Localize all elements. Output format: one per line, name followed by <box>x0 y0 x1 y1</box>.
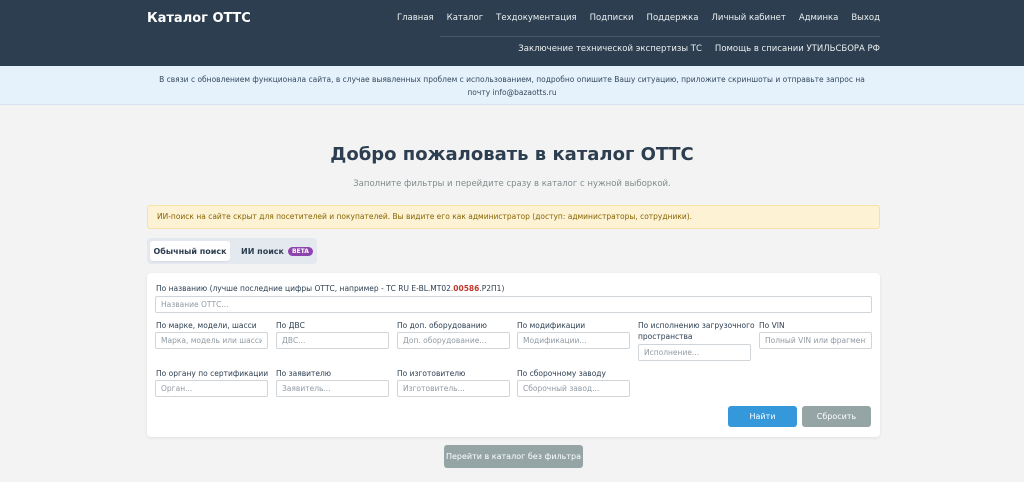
nav-home[interactable]: Главная <box>397 13 434 23</box>
primary-nav: Главная Каталог Техдокументация Подписки… <box>397 13 880 23</box>
nav-utilsbor-help[interactable]: Помощь в списании УТИЛЬСБОРА РФ <box>715 44 880 54</box>
modification-input[interactable] <box>517 332 630 349</box>
filter-form: По названию (лучше последние цифры ОТТС,… <box>147 273 880 437</box>
page-title: Добро пожаловать в каталог ОТТС <box>330 144 694 165</box>
secondary-nav: Заключение технической экспертизы ТС Пом… <box>518 44 880 54</box>
page-subtitle: Заполните фильтры и перейдите сразу в ка… <box>353 179 671 189</box>
equipment-filter-label: По доп. оборудованию <box>397 321 487 330</box>
nav-tech-docs[interactable]: Техдокументация <box>496 13 576 23</box>
modification-filter-label: По модификации <box>517 321 586 330</box>
nav-catalog[interactable]: Каталог <box>447 13 484 23</box>
nav-divider <box>440 36 880 37</box>
tab-ai-search[interactable]: ИИ поиск BETA <box>241 241 313 261</box>
nav-admin[interactable]: Админка <box>799 13 839 23</box>
nav-logout[interactable]: Выход <box>851 13 880 23</box>
notice-text: В связи с обновлением функционала сайта,… <box>159 75 865 97</box>
vin-input[interactable] <box>759 332 872 349</box>
nav-account[interactable]: Личный кабинет <box>712 13 786 23</box>
tab-normal-label: Обычный поиск <box>153 246 227 256</box>
manufacturer-filter-label: По изготовителю <box>397 369 466 378</box>
equipment-input[interactable] <box>397 332 510 349</box>
engine-input[interactable] <box>276 332 389 349</box>
admin-alert-text: ИИ-поиск на сайте скрыт для посетителей … <box>157 212 693 221</box>
organ-input[interactable] <box>155 380 268 397</box>
brand-filter-label: По марке, модели, шасси <box>156 321 257 330</box>
brand-logo[interactable]: Каталог ОТТС <box>147 11 251 26</box>
tab-ai-label: ИИ поиск <box>241 246 284 256</box>
find-button[interactable]: Найти <box>728 406 797 427</box>
catalog-no-filter-button[interactable]: Перейти в каталог без фильтра <box>444 445 583 468</box>
search-tabs: Обычный поиск ИИ поиск BETA <box>147 238 317 264</box>
tab-normal-search[interactable]: Обычный поиск <box>150 241 230 261</box>
nav-tech-expertise[interactable]: Заключение технической экспертизы ТС <box>518 44 702 54</box>
vin-filter-label: По VIN <box>759 321 785 330</box>
engine-filter-label: По ДВС <box>276 321 305 330</box>
applicant-filter-label: По заявителю <box>276 369 332 378</box>
beta-badge: BETA <box>287 246 313 256</box>
nav-support[interactable]: Поддержка <box>647 13 699 23</box>
admin-alert: ИИ-поиск на сайте скрыт для посетителей … <box>147 205 880 229</box>
name-filter-label: По названию (лучше последние цифры ОТТС,… <box>156 284 505 293</box>
cargo-input[interactable] <box>638 344 751 361</box>
info-notice-banner: В связи с обновлением функционала сайта,… <box>0 66 1024 105</box>
organ-filter-label: По органу по сертификации <box>156 369 269 378</box>
top-navbar: Каталог ОТТС Главная Каталог Техдокумент… <box>0 0 1024 66</box>
name-input[interactable] <box>155 296 872 313</box>
cargo-filter-label: По исполнению загрузочного пространства <box>638 321 755 341</box>
manufacturer-input[interactable] <box>397 380 510 397</box>
applicant-input[interactable] <box>276 380 389 397</box>
plant-input[interactable] <box>517 380 630 397</box>
nav-subscriptions[interactable]: Подписки <box>590 13 634 23</box>
reset-button[interactable]: Сбросить <box>802 406 871 427</box>
brand-input[interactable] <box>155 332 268 349</box>
plant-filter-label: По сборочному заводу <box>517 369 606 378</box>
